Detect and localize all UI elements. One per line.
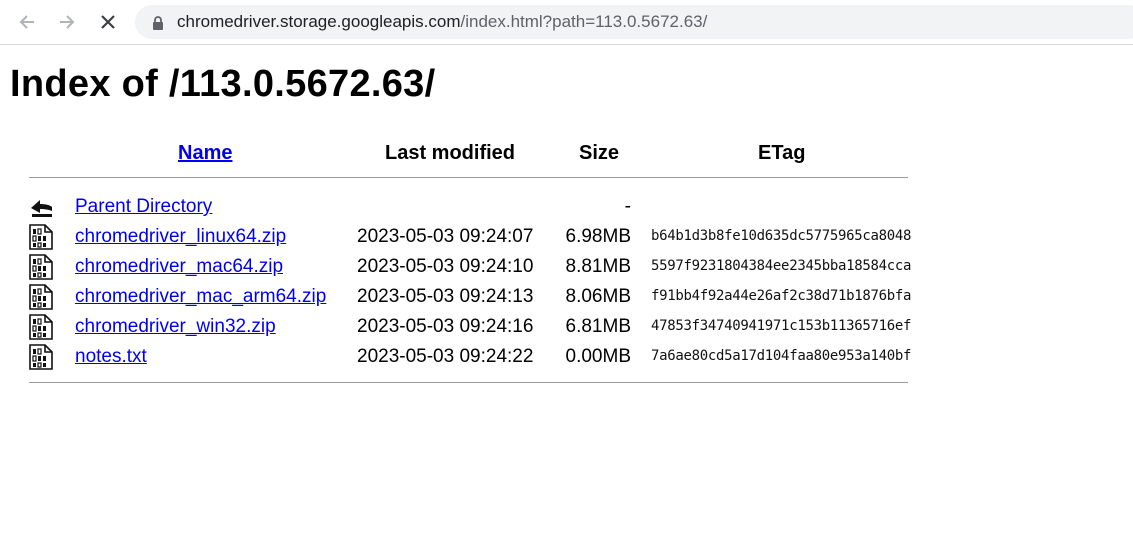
- modified-cell: 2023-05-03 09:24:07: [357, 226, 534, 247]
- table-row: chromedriver_mac_arm64.zip 2023-05-03 09…: [0, 283, 1133, 313]
- column-header-etag: ETag: [758, 142, 806, 164]
- table-row: notes.txt 2023-05-03 09:24:22 0.00MB 7a6…: [0, 343, 1133, 373]
- binary-file-icon: [29, 284, 53, 310]
- etag-cell: 47853f34740941971c153b11365716ef: [651, 318, 912, 334]
- stop-loading-button[interactable]: [96, 10, 120, 34]
- file-link[interactable]: notes.txt: [75, 346, 147, 368]
- address-bar[interactable]: chromedriver.storage.googleapis.com/inde…: [135, 5, 1133, 39]
- table-row: Parent Directory -: [0, 193, 1133, 223]
- size-cell: 0.00MB: [565, 346, 631, 367]
- etag-cell: f91bb4f92a44e26af2c38d71b1876bfa: [651, 288, 912, 304]
- footer-divider: [29, 382, 908, 383]
- size-cell: 6.98MB: [565, 226, 631, 247]
- etag-cell: 7a6ae80cd5a17d104faa80e953a140bf: [651, 348, 912, 364]
- lock-icon: [153, 16, 163, 30]
- modified-cell: 2023-05-03 09:24:10: [357, 256, 534, 277]
- column-header-size: Size: [579, 142, 620, 164]
- file-link[interactable]: chromedriver_mac64.zip: [75, 256, 283, 278]
- url-path: /index.html?path=113.0.5672.63/: [460, 12, 708, 31]
- header-divider: [29, 177, 908, 178]
- url-text[interactable]: chromedriver.storage.googleapis.com/inde…: [177, 12, 707, 32]
- file-link[interactable]: chromedriver_mac_arm64.zip: [75, 286, 326, 308]
- table-row: chromedriver_mac64.zip 2023-05-03 09:24:…: [0, 253, 1133, 283]
- back-folder-icon: [31, 200, 52, 217]
- size-cell: 8.81MB: [565, 256, 631, 277]
- page-title: Index of /113.0.5672.63/: [10, 63, 436, 105]
- table-row: chromedriver_linux64.zip 2023-05-03 09:2…: [0, 223, 1133, 253]
- back-button[interactable]: [15, 10, 39, 34]
- binary-file-icon: [29, 344, 53, 370]
- size-cell: 8.06MB: [565, 286, 631, 307]
- forward-button[interactable]: [55, 10, 79, 34]
- column-header-name[interactable]: Name: [178, 141, 232, 165]
- etag-cell: 5597f9231804384ee2345bba18584cca: [651, 258, 912, 274]
- file-link[interactable]: chromedriver_linux64.zip: [75, 226, 286, 248]
- browser-toolbar: chromedriver.storage.googleapis.com/inde…: [0, 0, 1133, 45]
- binary-file-icon: [29, 254, 53, 280]
- file-link[interactable]: chromedriver_win32.zip: [75, 316, 276, 338]
- size-cell: 6.81MB: [565, 316, 631, 337]
- modified-cell: 2023-05-03 09:24:16: [357, 316, 534, 337]
- close-icon: [101, 15, 115, 29]
- binary-file-icon: [29, 314, 53, 340]
- modified-cell: 2023-05-03 09:24:13: [357, 286, 534, 307]
- binary-file-icon: [29, 224, 53, 250]
- arrow-right-icon: [60, 15, 75, 29]
- url-host: chromedriver.storage.googleapis.com: [177, 12, 461, 31]
- column-header-last-modified: Last modified: [385, 142, 516, 164]
- modified-cell: 2023-05-03 09:24:22: [357, 346, 534, 367]
- arrow-left-icon: [19, 15, 34, 29]
- size-cell: -: [624, 196, 631, 217]
- table-row: chromedriver_win32.zip 2023-05-03 09:24:…: [0, 313, 1133, 343]
- parent-directory-link[interactable]: Parent Directory: [75, 196, 212, 218]
- etag-cell: b64b1d3b8fe10d635dc5775965ca8048: [651, 228, 912, 244]
